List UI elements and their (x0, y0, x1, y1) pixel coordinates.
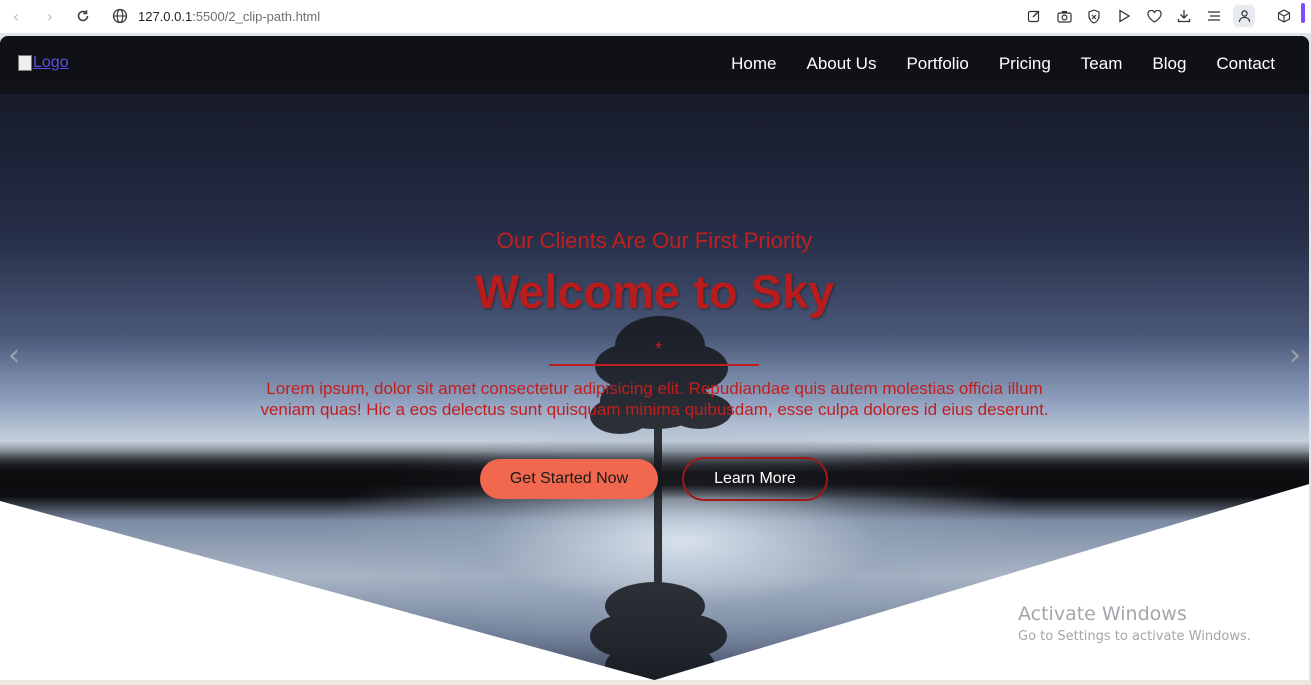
sidebar-accent (1301, 3, 1305, 23)
shield-icon[interactable] (1083, 5, 1105, 27)
profile-icon[interactable] (1233, 5, 1255, 27)
reload-icon[interactable] (71, 4, 95, 28)
windows-activation-watermark: Activate Windows Go to Settings to activ… (1018, 603, 1251, 644)
watermark-subtitle: Go to Settings to activate Windows. (1018, 629, 1251, 644)
hero-title: Welcome to Sky (474, 265, 835, 318)
learn-more-button[interactable]: Learn More (682, 457, 828, 501)
edit-icon[interactable] (1023, 5, 1045, 27)
watermark-title: Activate Windows (1018, 603, 1187, 625)
title-divider (549, 364, 759, 366)
play-icon[interactable] (1113, 5, 1135, 27)
chevron-right-icon[interactable]: › (1289, 338, 1301, 373)
hero-subtitle: Our Clients Are Our First Priority (496, 228, 813, 253)
forward-icon[interactable]: › (38, 4, 62, 28)
address-bar[interactable]: 127.0.0.1:5500/2_clip-path.html (112, 4, 320, 28)
extensions-icon[interactable] (1273, 5, 1295, 27)
divider-star: * (655, 339, 663, 359)
chevron-left-icon[interactable]: ‹ (8, 338, 20, 373)
camera-icon[interactable] (1053, 5, 1075, 27)
page-viewport: Logo Home About Us Portfolio Pricing Tea… (0, 36, 1309, 680)
hero-content: Our Clients Are Our First Priority Welco… (0, 36, 1309, 680)
browser-toolbar: ‹ › 127.0.0.1:5500/2_clip-path.html (0, 0, 1311, 34)
globe-icon (112, 8, 128, 24)
url-path: :5500/2_clip-path.html (192, 8, 321, 24)
bottom-strip (0, 680, 1311, 685)
get-started-button[interactable]: Get Started Now (480, 459, 658, 499)
heart-icon[interactable] (1143, 5, 1165, 27)
hero-description: Lorem ipsum, dolor sit amet consectetur … (260, 379, 1049, 419)
menu-icon[interactable] (1203, 5, 1225, 27)
back-icon[interactable]: ‹ (4, 4, 28, 28)
download-icon[interactable] (1173, 5, 1195, 27)
url-host: 127.0.0.1 (138, 8, 193, 24)
